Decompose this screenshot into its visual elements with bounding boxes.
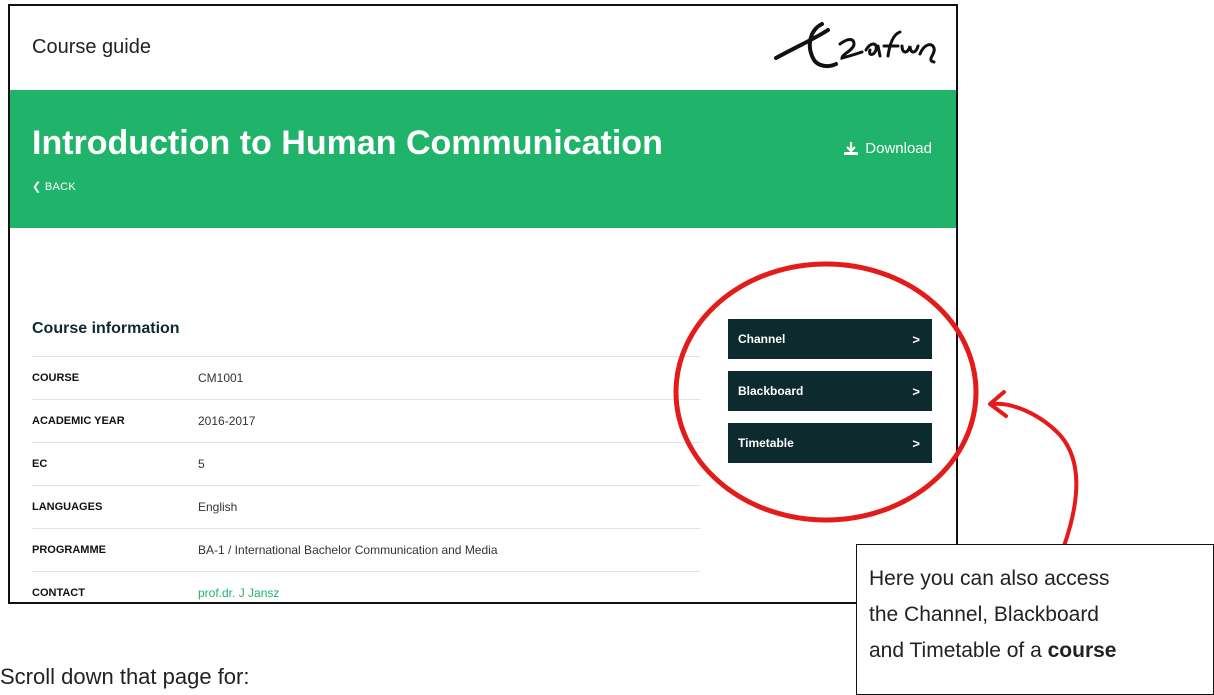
site-title[interactable]: Course guide — [32, 36, 151, 59]
contact-link[interactable]: prof.dr. J Jansz — [198, 586, 279, 600]
download-icon — [844, 141, 859, 155]
table-row: ACADEMIC YEAR 2016-2017 — [32, 399, 700, 442]
download-button[interactable]: Download — [843, 140, 932, 157]
chevron-left-icon: ❮ — [32, 181, 42, 193]
row-label-course: COURSE — [32, 372, 80, 384]
browser-frame: Course guide Introduction to Human Commu… — [8, 4, 958, 604]
back-link[interactable]: ❮ BACK — [32, 180, 76, 193]
annotation-callout: Here you can also access the Channel, Bl… — [856, 544, 1214, 695]
channel-button[interactable]: Channel > — [728, 319, 932, 359]
table-row: CONTACT prof.dr. J Jansz — [32, 571, 700, 602]
chevron-right-icon: > — [912, 331, 920, 347]
channel-button-label: Channel — [738, 332, 786, 346]
table-row: EC 5 — [32, 442, 700, 485]
row-value-ec: 5 — [198, 457, 205, 471]
caption-text: Scroll down that page for: — [0, 664, 250, 689]
row-label-ec: EC — [32, 458, 48, 470]
row-label-languages: LANGUAGES — [32, 501, 103, 513]
callout-line-3: and Timetable of a course — [869, 633, 1201, 669]
row-value-languages: English — [198, 500, 238, 514]
table-row: PROGRAMME BA-1 / International Bachelor … — [32, 528, 700, 571]
course-title: Introduction to Human Communication — [32, 124, 663, 162]
callout-line-3-text: and Timetable of a — [869, 639, 1048, 662]
row-value-course: CM1001 — [198, 371, 244, 385]
timetable-button-label: Timetable — [738, 436, 794, 450]
table-row: COURSE CM1001 — [32, 356, 700, 399]
row-value-academic-year: 2016-2017 — [198, 414, 256, 428]
callout-emphasis: course — [1047, 639, 1117, 662]
chevron-right-icon: > — [912, 435, 920, 451]
table-row: LANGUAGES English — [32, 485, 700, 528]
chevron-right-icon: > — [912, 383, 920, 399]
back-label: BACK — [44, 181, 77, 193]
row-value-programme: BA-1 / International Bachelor Communicat… — [198, 543, 498, 557]
row-label-programme: PROGRAMME — [32, 544, 106, 556]
callout-line-2: the Channel, Blackboard — [869, 603, 1099, 626]
course-info-table: COURSE CM1001 ACADEMIC YEAR 2016-2017 EC… — [32, 356, 700, 602]
row-label-contact: CONTACT — [32, 587, 85, 599]
annotation-arrow — [990, 401, 1079, 548]
blackboard-button-label: Blackboard — [738, 384, 804, 398]
download-label: Download — [865, 140, 932, 157]
top-bar: Course guide — [10, 6, 956, 90]
timetable-button[interactable]: Timetable > — [728, 423, 932, 463]
row-label-academic-year: ACADEMIC YEAR — [32, 415, 125, 427]
course-hero: Introduction to Human Communication ❮ BA… — [10, 90, 956, 228]
arrow-head — [988, 390, 1008, 418]
blackboard-button[interactable]: Blackboard > — [728, 371, 932, 411]
callout-line-1: Here you can also access — [869, 567, 1110, 590]
erasmus-logo[interactable] — [758, 16, 948, 76]
course-information-heading: Course information — [32, 320, 180, 337]
